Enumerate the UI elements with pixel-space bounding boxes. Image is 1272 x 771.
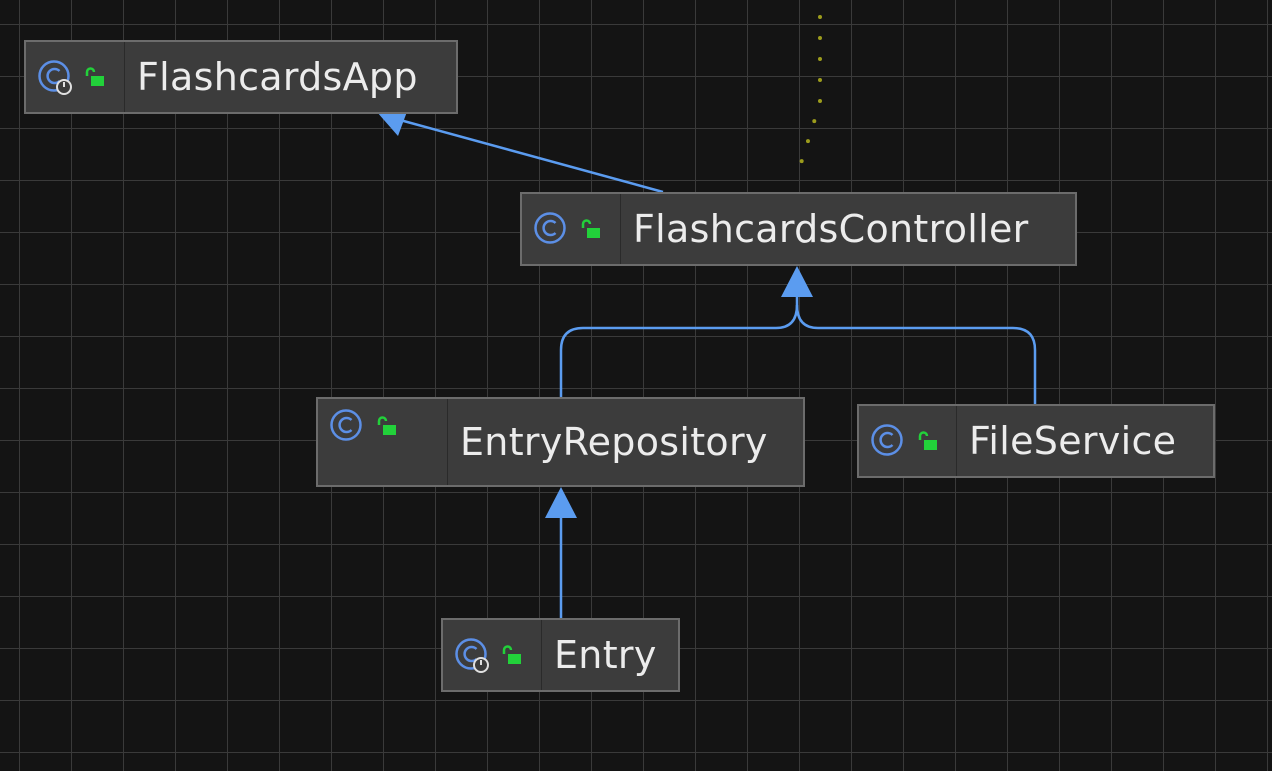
public-lock-icon <box>918 431 937 450</box>
edge-entry-to-repository-arrowhead <box>545 487 577 518</box>
node-title: FileService <box>969 419 1177 463</box>
node-title: FlashcardsController <box>633 207 1029 251</box>
edge-fileservice-to-controller <box>795 304 1037 405</box>
class-runnable-icon <box>455 638 489 673</box>
public-lock-icon <box>581 219 600 238</box>
file-service-node[interactable]: FileService <box>857 404 1215 478</box>
node-icons <box>522 194 621 264</box>
public-lock-icon <box>502 645 521 664</box>
public-lock-icon <box>85 67 104 86</box>
edge-controller-to-app <box>399 118 664 194</box>
flashcards-app-node[interactable]: FlashcardsApp <box>24 40 458 114</box>
edge-to-controller-arrowhead <box>781 266 813 297</box>
class-icon <box>534 212 566 244</box>
node-title: FlashcardsApp <box>137 55 418 99</box>
flashcards-controller-node[interactable]: FlashcardsController <box>520 192 1077 266</box>
node-title: Entry <box>554 633 657 677</box>
dotted-dependency-edge <box>795 15 822 178</box>
public-lock-icon <box>377 416 396 435</box>
node-icons <box>318 399 448 485</box>
class-icon <box>871 424 903 456</box>
entry-repository-node[interactable]: EntryRepository <box>316 397 805 487</box>
node-icons <box>859 406 957 476</box>
node-icons <box>26 42 125 112</box>
node-title: EntryRepository <box>460 420 768 464</box>
entry-node[interactable]: Entry <box>441 618 680 692</box>
class-icon <box>330 409 362 441</box>
class-runnable-icon <box>38 60 72 95</box>
edge-repository-to-controller <box>559 296 799 397</box>
node-icons <box>443 620 542 690</box>
